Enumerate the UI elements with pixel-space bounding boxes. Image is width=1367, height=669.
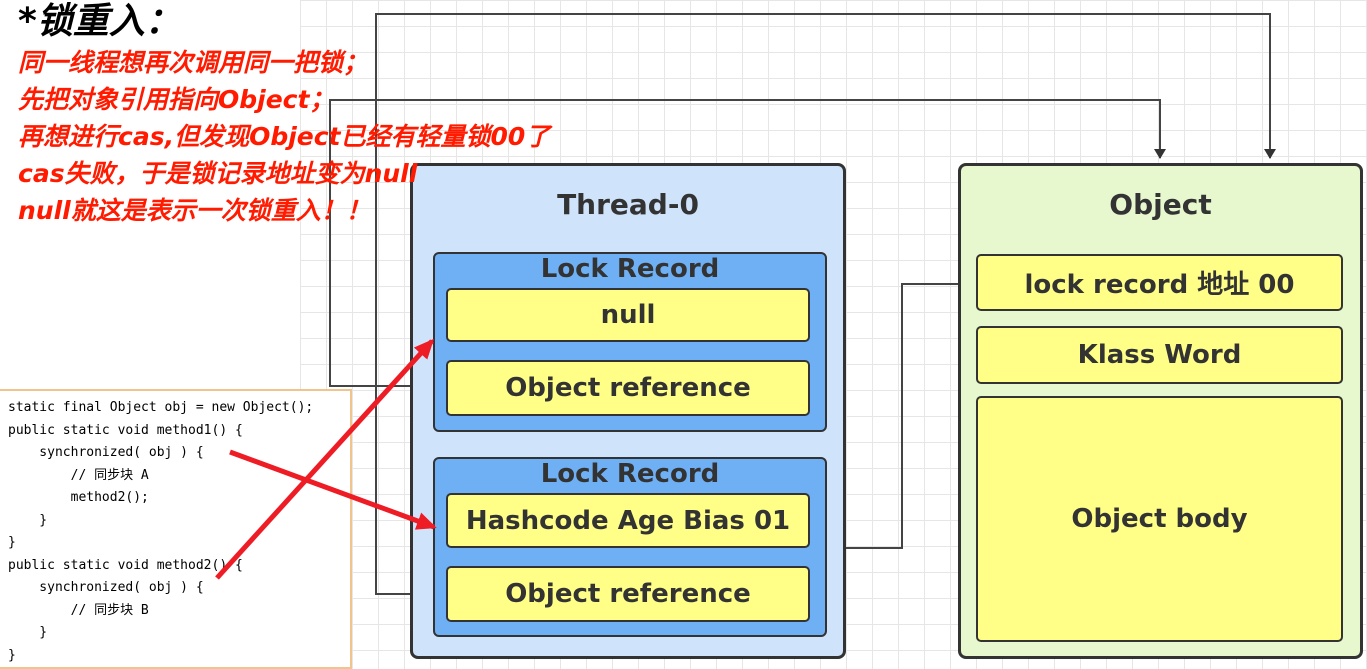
object-body: Object body [976, 396, 1343, 642]
notes-heading: *锁重入： [18, 1, 181, 42]
lock-record-1-address: null [446, 288, 810, 342]
notes-line: 同一线程想再次调用同一把锁； [18, 48, 369, 77]
code-line: synchronized( obj ) { [8, 445, 204, 460]
code-line: method2(); [8, 490, 149, 505]
code-line: // 同步块 A [8, 467, 149, 483]
notes-line: 再想进行cas,但发现Object已经有轻量锁00了 [18, 122, 551, 151]
annotation-notes: *锁重入： 同一线程想再次调用同一把锁； 先把对象引用指向Object； 再想进… [18, 0, 550, 229]
code-line: } [8, 625, 48, 640]
lock-record-1-title: Lock Record [540, 254, 720, 284]
code-line: } [8, 512, 48, 528]
code-line: } [8, 535, 16, 550]
lock-record-2-address: Hashcode Age Bias 01 [446, 493, 810, 548]
lock-record-1-object-reference: Object reference [446, 360, 810, 416]
lock-record-2-title: Lock Record [540, 459, 720, 489]
notes-line: 先把对象引用指向Object； [18, 85, 335, 114]
notes-line: cas失败，于是锁记录地址变为null [18, 159, 418, 188]
code-line: public static void method2() { [8, 557, 243, 573]
object-title: Object [1109, 188, 1212, 221]
lock-record-2-object-reference: Object reference [446, 566, 810, 622]
notes-line: null就这是表示一次锁重入！！ [18, 196, 371, 225]
code-line: public static void method1() { [8, 422, 243, 438]
object-klass-word: Klass Word [976, 326, 1343, 384]
code-line: synchronized( obj ) { [8, 580, 204, 595]
code-line: } [8, 647, 16, 663]
code-snippet: static final Object obj = new Object(); … [0, 389, 352, 669]
code-line: static final Object obj = new Object(); [8, 400, 314, 415]
connector-header [831, 283, 977, 554]
code-line: // 同步块 B [8, 602, 149, 618]
object-mark-word: lock record 地址 00 [976, 254, 1343, 311]
